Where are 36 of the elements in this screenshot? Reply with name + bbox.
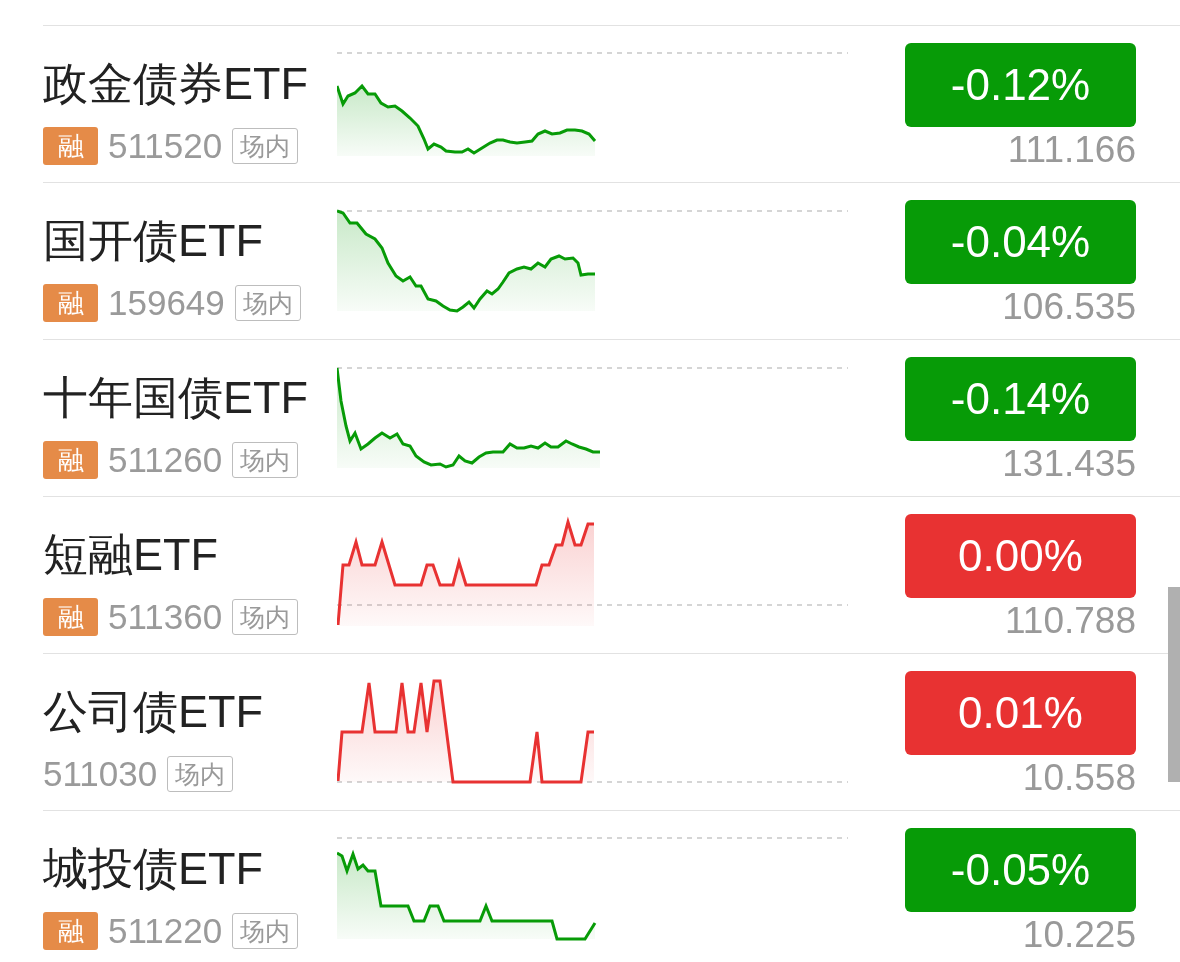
exchange-tag: 场内 (234, 285, 301, 321)
margin-trading-badge: 融 (43, 912, 98, 950)
change-percent-badge[interactable]: 0.00% (905, 514, 1136, 598)
exchange-tag: 场内 (232, 913, 299, 949)
exchange-tag: 场内 (232, 599, 299, 635)
price-value: 131.435 (1002, 443, 1136, 485)
fund-name: 城投债ETF (43, 842, 263, 896)
exchange-tag: 场内 (232, 128, 299, 164)
exchange-tag: 场内 (232, 442, 299, 478)
change-percent-badge[interactable]: -0.04% (905, 200, 1136, 284)
margin-trading-badge: 融 (43, 284, 98, 322)
change-percent-badge[interactable]: -0.12% (905, 43, 1136, 127)
fund-name: 公司债ETF (43, 685, 263, 739)
margin-trading-badge: 融 (43, 598, 98, 636)
fund-code: 159649 (108, 283, 225, 323)
exchange-tag: 场内 (167, 756, 234, 792)
change-percent-badge[interactable]: -0.14% (905, 357, 1136, 441)
price-value: 110.788 (1005, 600, 1136, 642)
scrollbar-thumb[interactable] (1168, 587, 1180, 782)
change-percent-badge[interactable]: -0.05% (905, 828, 1136, 912)
fund-name: 短融ETF (43, 528, 218, 582)
fund-code: 511220 (108, 911, 223, 951)
change-percent-badge[interactable]: 0.01% (905, 671, 1136, 755)
fund-name: 政金债券ETF (43, 57, 308, 111)
margin-trading-badge: 融 (43, 441, 98, 479)
fund-code: 511360 (108, 597, 223, 637)
fund-name: 国开债ETF (43, 214, 263, 268)
margin-trading-badge: 融 (43, 127, 98, 165)
fund-code: 511520 (108, 126, 223, 166)
price-value: 10.558 (1022, 757, 1136, 799)
price-value: 106.535 (1002, 286, 1136, 328)
fund-code: 511260 (108, 440, 223, 480)
fund-code: 511030 (43, 754, 158, 794)
price-value: 10.225 (1022, 914, 1136, 956)
fund-name: 十年国债ETF (43, 371, 308, 425)
price-value: 111.166 (1007, 129, 1136, 171)
